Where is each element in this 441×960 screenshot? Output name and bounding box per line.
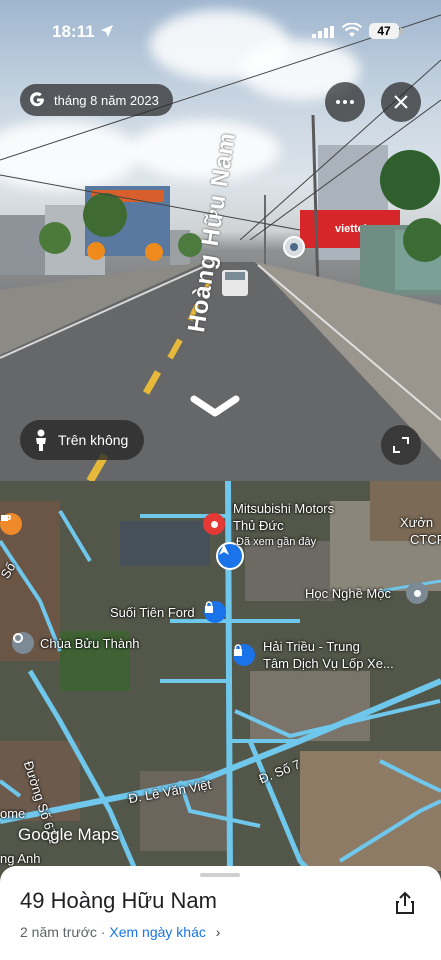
capture-age: 2 năm trước <box>20 924 97 940</box>
move-forward-chevron-icon[interactable] <box>190 393 240 419</box>
see-other-dates-link[interactable]: Xem ngày khác <box>109 924 206 940</box>
clock: 18:11 <box>52 22 95 41</box>
cellular-signal-icon <box>312 26 334 38</box>
map-roads <box>0 481 441 881</box>
chevron-right-icon[interactable]: › <box>216 924 221 940</box>
battery-icon: 47 <box>369 23 399 39</box>
hoc-nghe-moc-pin-icon[interactable] <box>406 582 428 604</box>
label-ng-anh-partial: ng Anh <box>0 851 41 866</box>
suoi-tien-ford-lock-icon[interactable] <box>204 601 226 623</box>
pegman-icon <box>36 429 46 451</box>
share-icon[interactable] <box>392 890 418 916</box>
label-suoi-tien-ford[interactable]: Suối Tiên Ford <box>110 605 195 620</box>
more-dots-icon <box>336 100 354 104</box>
aerial-view-button[interactable]: Trên không <box>20 420 145 460</box>
label-hai-trieu-line1[interactable]: Hải Triều - Trung <box>263 639 360 654</box>
place-bottom-sheet[interactable]: 49 Hoàng Hữu Nam 2 năm trước · Xem ngày … <box>0 866 441 960</box>
label-ome-partial: ome <box>0 806 26 821</box>
battery-tip <box>400 28 403 34</box>
capture-date-chip[interactable]: tháng 8 năm 2023 <box>20 84 173 116</box>
satellite-map[interactable]: Mitsubishi Motors Thủ Đức Đã xem gần đây… <box>0 481 441 881</box>
expand-icon <box>393 437 409 453</box>
temple-gear-icon[interactable] <box>12 632 34 654</box>
place-title: 49 Hoàng Hữu Nam <box>20 888 217 913</box>
location-arrow-icon <box>101 25 113 37</box>
cafe-icon[interactable] <box>0 513 22 535</box>
street-view-panorama[interactable]: viettel 18:11 47 tháng 8 năm 2023 Hoàng … <box>0 0 441 481</box>
label-mitsubishi[interactable]: Mitsubishi Motors <box>233 501 334 516</box>
label-hai-trieu-line2[interactable]: Tâm Dịch Vụ Lốp Xe... <box>263 656 394 671</box>
label-viewed-recently: Đã xem gần đây <box>236 536 317 548</box>
label-xuong-line2[interactable]: CTCP <box>410 532 441 547</box>
hai-trieu-lock-icon[interactable] <box>233 644 255 666</box>
sheet-grabber[interactable] <box>200 873 240 877</box>
label-thu-duc[interactable]: Thủ Đức <box>233 518 284 533</box>
status-bar: 18:11 47 <box>0 0 441 64</box>
label-hoc-nghe-moc[interactable]: Học Nghề Mộc <box>305 586 391 601</box>
wifi-icon <box>342 23 362 37</box>
aerial-view-label: Trên không <box>58 432 129 448</box>
close-icon <box>394 95 408 109</box>
fullscreen-button[interactable] <box>381 425 421 465</box>
label-chua-buu-thanh[interactable]: Chùa Bửu Thành <box>40 636 140 651</box>
google-maps-logo: Google Maps <box>18 825 120 844</box>
separator: · <box>96 924 110 940</box>
label-xuong-line1[interactable]: Xưởn <box>400 515 433 530</box>
place-subtitle: 2 năm trước · Xem ngày khác › <box>20 924 220 940</box>
red-place-pin-icon[interactable] <box>203 513 225 535</box>
more-options-button[interactable] <box>325 82 365 122</box>
capture-date-text: tháng 8 năm 2023 <box>54 92 159 108</box>
close-button[interactable] <box>381 82 421 122</box>
google-g-icon <box>30 92 44 107</box>
